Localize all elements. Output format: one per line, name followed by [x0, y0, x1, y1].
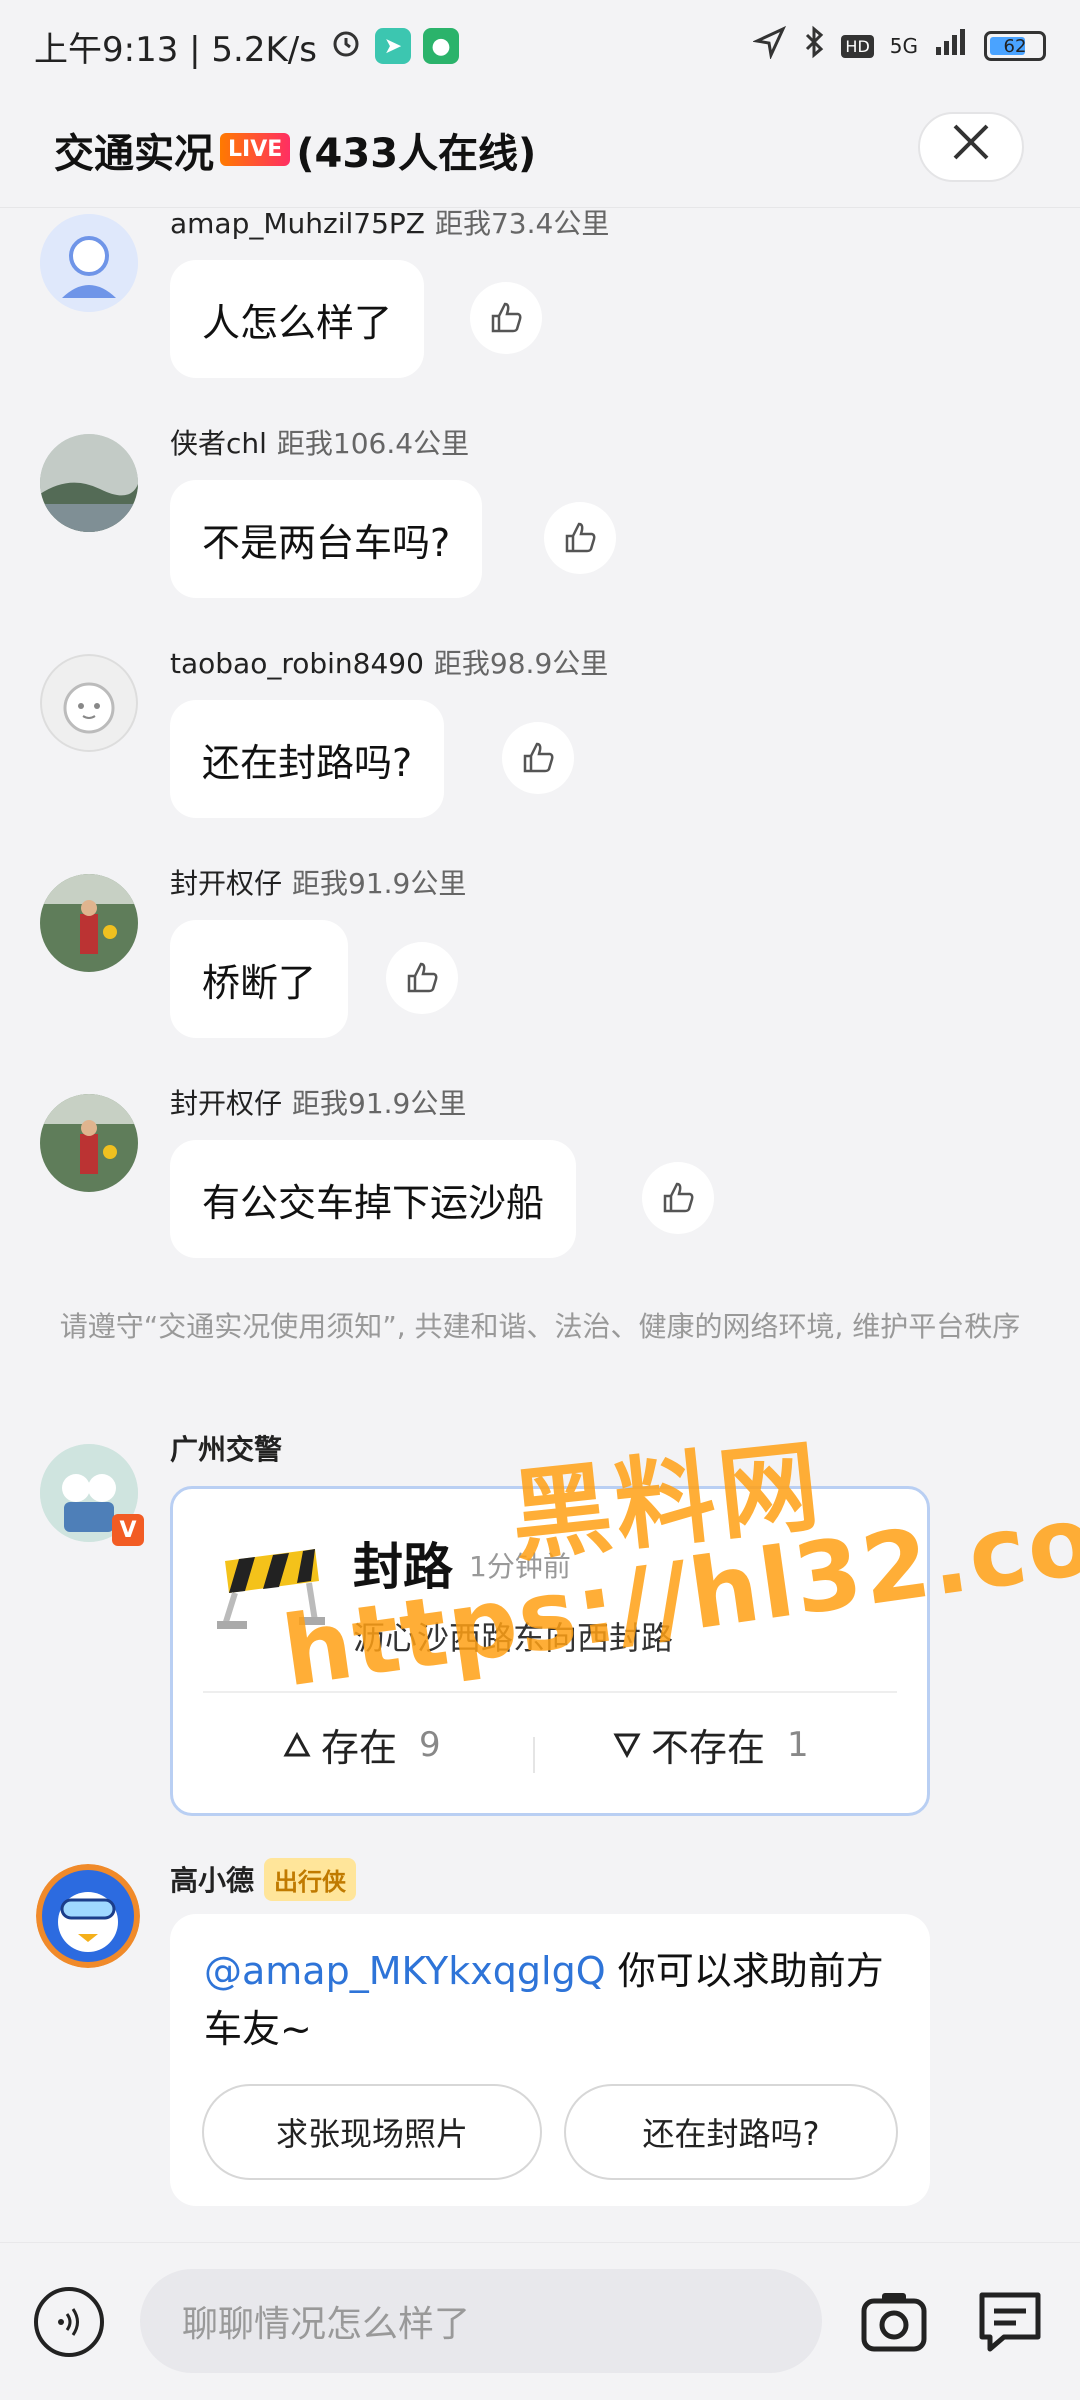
avatar[interactable] [40, 214, 138, 312]
vote-not-exists-count: 1 [787, 1724, 809, 1765]
quick-reply-label: 求张现场照片 [275, 2115, 468, 2153]
vote-separator [533, 1737, 535, 1773]
app-icon: ➤ [374, 28, 411, 64]
like-button[interactable] [470, 282, 542, 354]
location-icon [752, 25, 787, 67]
avatar[interactable] [36, 1864, 140, 1968]
message-bubble: 人怎么样了 [170, 260, 425, 378]
message-bubble: 有公交车掉下运沙船 [170, 1140, 577, 1258]
page-header: 交通实况 LIVE (433人在线) [0, 92, 1080, 208]
verified-badge-icon: V [112, 1514, 144, 1546]
vote-exists-label: 存在 [321, 1726, 398, 1770]
avatar[interactable]: V [40, 1444, 144, 1546]
vote-exists-button[interactable]: 存在 9 [283, 1717, 441, 1772]
username: 广州交警 [170, 1433, 283, 1466]
close-button[interactable] [918, 112, 1024, 182]
role-badge: 出行侠 [264, 1858, 357, 1901]
username: 侠者chl [170, 427, 267, 460]
quick-reply-button[interactable]: 求张现场照片 [202, 2084, 542, 2180]
vote-not-exists-label: 不存在 [651, 1726, 766, 1770]
triangle-up-icon [283, 1731, 311, 1756]
message-meta: 封开权仔 距我91.9公里 [170, 862, 466, 902]
message-meta: 高小德 出行侠 [170, 1858, 357, 1901]
distance: 距我106.4公里 [276, 427, 470, 460]
chat-icon [979, 2292, 1041, 2352]
camera-icon [861, 2293, 927, 2352]
status-bar: 上午9:13 | 5.2K/s ➤ ● HD 5G 62 [0, 0, 1080, 92]
thumbs-up-icon [523, 742, 554, 773]
message-text: 人怎么样了 [202, 300, 393, 345]
distance: 距我91.9公里 [292, 1087, 467, 1120]
message-bubble: 不是两台车吗? [170, 480, 483, 598]
like-button[interactable] [642, 1162, 714, 1234]
thumbs-up-icon [663, 1182, 694, 1213]
network-type: 5G [889, 34, 918, 58]
avatar[interactable] [40, 874, 138, 972]
avatar[interactable] [40, 1094, 138, 1192]
chat-input[interactable]: 聊聊情况怎么样了 [140, 2269, 822, 2373]
bot-bubble: @amap_MKYkxqglgQ 你可以求助前方车友~ 求张现场照片 还在封路吗… [170, 1914, 930, 2206]
quick-reply-button[interactable]: 还在封路吗? [564, 2084, 898, 2180]
username: 高小德 [170, 1864, 255, 1897]
close-icon [949, 117, 993, 177]
quick-reply-label: 还在封路吗? [642, 2115, 820, 2153]
bluetooth-icon [803, 25, 825, 67]
message-button[interactable] [974, 2287, 1046, 2357]
like-button[interactable] [544, 502, 616, 574]
mention-link[interactable]: @amap_MKYkxqglgQ [204, 1949, 606, 1993]
message-meta: 封开权仔 距我91.9公里 [170, 1082, 466, 1122]
alarm-icon [329, 25, 363, 68]
vote-not-exists-button[interactable]: 不存在 1 [613, 1717, 809, 1772]
bot-text: @amap_MKYkxqglgQ 你可以求助前方车友~ [204, 1942, 904, 2058]
message-meta: 侠者chl 距我106.4公里 [170, 422, 469, 462]
title-text: 交通实况 [54, 130, 214, 177]
thumbs-up-icon [565, 522, 596, 553]
live-badge: LIVE [220, 133, 291, 166]
username: amap_Muhzil75PZ [170, 207, 425, 240]
vote-exists-count: 9 [419, 1724, 441, 1765]
hd-icon: HD [841, 34, 874, 58]
username: taobao_robin8490 [170, 647, 424, 680]
input-bar: 聊聊情况怎么样了 [0, 2242, 1080, 2400]
message-meta: amap_Muhzil75PZ 距我73.4公里 [170, 202, 609, 242]
distance: 距我91.9公里 [292, 867, 467, 900]
shield-app-icon: ● [422, 28, 459, 64]
page-title: 交通实况 LIVE (433人在线) [54, 121, 536, 179]
triangle-down-icon [613, 1733, 641, 1758]
distance: 距我73.4公里 [434, 207, 610, 240]
message-bubble: 还在封路吗? [170, 700, 445, 818]
avatar[interactable] [40, 434, 138, 532]
voice-icon [58, 2308, 79, 2336]
message-text: 还在封路吗? [202, 740, 413, 785]
like-button[interactable] [386, 942, 458, 1014]
like-button[interactable] [502, 722, 574, 794]
thumbs-up-icon [407, 962, 438, 993]
thumbs-up-icon [491, 302, 522, 333]
signal-icon [934, 27, 968, 65]
message-text: 有公交车掉下运沙船 [202, 1180, 545, 1225]
status-time: 上午9:13 | 5.2K/s [34, 29, 317, 70]
distance: 距我98.9公里 [433, 647, 609, 680]
battery-icon: 62 [984, 31, 1046, 61]
voice-button[interactable] [34, 2287, 104, 2357]
community-notice[interactable]: 请遵守“交通实况使用须知”, 共建和谐、法治、健康的网络环境, 维护平台秩序 [40, 1306, 1040, 1348]
camera-button[interactable] [858, 2287, 930, 2357]
message-meta: 广州交警 [170, 1428, 282, 1468]
username: 封开权仔 [170, 867, 283, 900]
battery-level: 62 [1003, 35, 1027, 57]
message-meta: taobao_robin8490 距我98.9公里 [170, 642, 608, 682]
message-bubble: 桥断了 [170, 920, 349, 1038]
avatar[interactable] [40, 654, 138, 752]
chat-input-placeholder: 聊聊情况怎么样了 [182, 2304, 471, 2345]
message-text: 桥断了 [202, 960, 317, 1005]
online-count: (433人在线) [296, 130, 537, 177]
message-text: 不是两台车吗? [202, 520, 451, 565]
username: 封开权仔 [170, 1087, 283, 1120]
